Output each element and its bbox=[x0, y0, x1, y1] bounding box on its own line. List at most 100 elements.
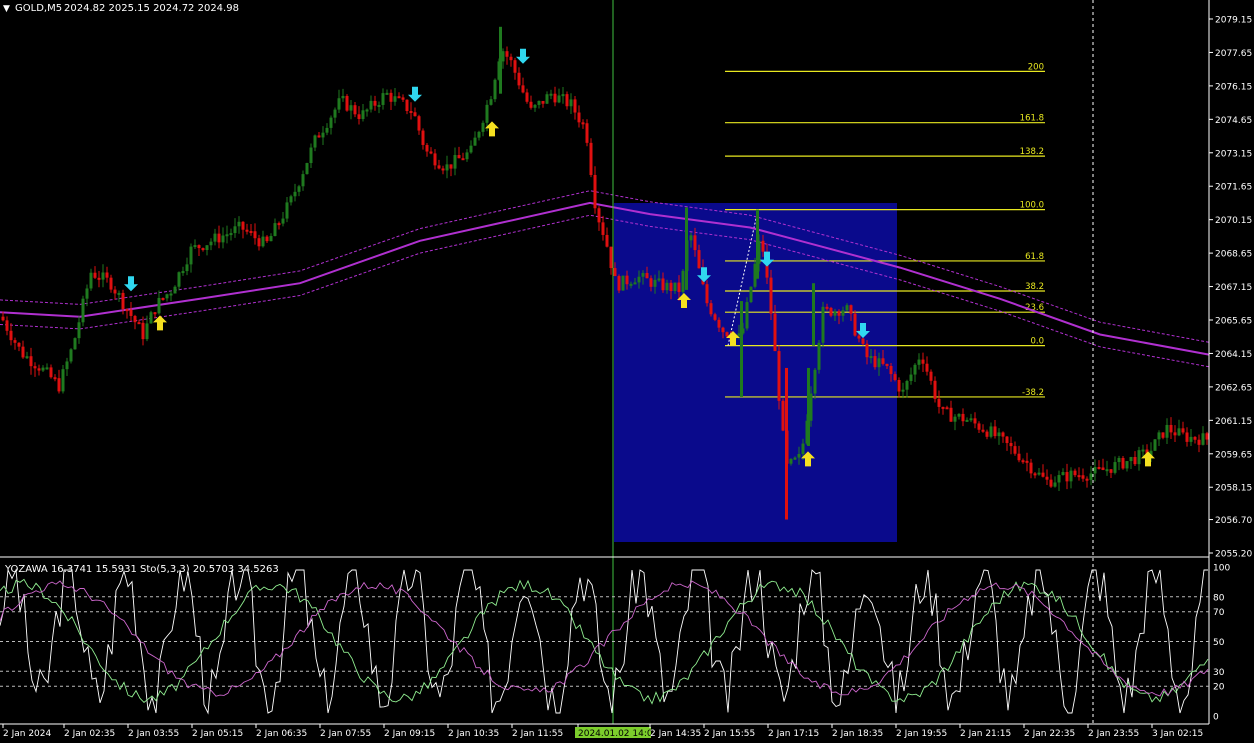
candle bbox=[709, 303, 713, 315]
candle bbox=[389, 92, 393, 102]
candle bbox=[541, 100, 545, 104]
candle bbox=[293, 191, 297, 197]
candle-spike bbox=[785, 367, 788, 520]
candle bbox=[557, 95, 561, 103]
candle bbox=[889, 365, 893, 375]
candle bbox=[309, 147, 313, 164]
time-axis-label: 2 Jan 07:55 bbox=[320, 729, 371, 739]
candle bbox=[73, 338, 77, 350]
price-axis-label: 2061.15 bbox=[1215, 417, 1252, 427]
candle bbox=[237, 221, 241, 227]
candle bbox=[1045, 476, 1049, 480]
time-axis-label: 2 Jan 21:15 bbox=[960, 729, 1011, 739]
fib-level-label: 100.0 bbox=[1020, 201, 1044, 211]
candle bbox=[33, 366, 37, 369]
candle bbox=[141, 322, 145, 340]
dropdown-triangle-icon[interactable]: ▼ bbox=[3, 4, 10, 14]
candle bbox=[285, 202, 289, 219]
stochastic-axis-label: 100 bbox=[1213, 564, 1230, 574]
candle bbox=[901, 389, 905, 392]
time-axis-label: 2 Jan 18:35 bbox=[832, 729, 883, 739]
candle bbox=[561, 94, 565, 97]
candle bbox=[509, 56, 513, 61]
time-axis-label: 2 Jan 14:35 bbox=[650, 729, 701, 739]
candle bbox=[1101, 467, 1105, 471]
candle bbox=[53, 377, 57, 380]
candle bbox=[177, 272, 181, 287]
candle bbox=[185, 264, 189, 272]
candle bbox=[1, 316, 5, 321]
candle bbox=[909, 374, 913, 381]
candle bbox=[1097, 467, 1101, 470]
candle bbox=[1029, 462, 1033, 474]
candle bbox=[941, 406, 945, 409]
candle bbox=[877, 358, 881, 368]
candle bbox=[653, 279, 657, 287]
time-axis-label: 2 Jan 06:35 bbox=[256, 729, 307, 739]
fib-level-label: 0.0 bbox=[1030, 337, 1044, 347]
candle bbox=[273, 223, 277, 237]
candle bbox=[45, 367, 49, 370]
candle bbox=[841, 310, 845, 316]
candle bbox=[145, 323, 149, 340]
candle bbox=[593, 174, 597, 209]
candle bbox=[1201, 433, 1205, 445]
candle bbox=[17, 342, 21, 347]
candle bbox=[1181, 428, 1185, 433]
candle bbox=[357, 114, 361, 119]
candle bbox=[829, 307, 833, 316]
candle bbox=[453, 155, 457, 169]
candle bbox=[625, 275, 629, 285]
candle bbox=[437, 165, 441, 169]
candle bbox=[313, 135, 317, 148]
price-axis-label: 2071.65 bbox=[1215, 183, 1252, 193]
candle bbox=[657, 278, 661, 281]
price-axis-label: 2062.65 bbox=[1215, 383, 1252, 393]
candle bbox=[693, 235, 697, 251]
candle bbox=[181, 271, 185, 274]
candle bbox=[1065, 472, 1069, 482]
price-axis-label: 2067.15 bbox=[1215, 283, 1252, 293]
candle bbox=[589, 142, 593, 175]
chart-window[interactable]: 200161.8138.2100.061.838.223.60.0-38.2 ▼… bbox=[0, 0, 1254, 743]
candle bbox=[189, 246, 193, 265]
time-axis-label: 2 Jan 22:35 bbox=[1024, 729, 1075, 739]
candle bbox=[629, 283, 633, 286]
time-axis-label: 2 Jan 15:55 bbox=[704, 729, 755, 739]
candle bbox=[37, 368, 41, 371]
candle bbox=[997, 432, 1001, 437]
candle bbox=[49, 367, 53, 378]
time-axis-label: 3 Jan 02:15 bbox=[1152, 729, 1203, 739]
candle bbox=[973, 418, 977, 424]
price-axis-label: 2073.15 bbox=[1215, 149, 1252, 159]
candle bbox=[645, 273, 649, 279]
fib-level-label: 38.2 bbox=[1025, 282, 1044, 292]
candle bbox=[965, 419, 969, 422]
candle bbox=[553, 93, 557, 103]
candle bbox=[1109, 469, 1113, 473]
candle bbox=[853, 313, 857, 336]
price-axis-label: 2076.15 bbox=[1215, 82, 1252, 92]
candle bbox=[937, 398, 941, 407]
candle bbox=[445, 164, 449, 171]
time-axis-label: 2024.01.02 14:00 bbox=[578, 729, 659, 739]
candle bbox=[9, 330, 13, 341]
price-axis-label: 2079.15 bbox=[1215, 16, 1252, 26]
fib-level-label: 138.2 bbox=[1020, 147, 1044, 157]
candle bbox=[305, 163, 309, 175]
candle bbox=[205, 245, 209, 250]
candle bbox=[317, 135, 321, 138]
candle bbox=[89, 272, 93, 289]
candle bbox=[361, 110, 365, 119]
selection-rectangle[interactable] bbox=[614, 203, 897, 542]
candle bbox=[545, 94, 549, 104]
time-axis-label: 2 Jan 2024 bbox=[3, 729, 51, 739]
stochastic-axis-label: 20 bbox=[1213, 683, 1225, 693]
candle bbox=[1057, 475, 1061, 483]
candle bbox=[413, 112, 417, 117]
candle bbox=[429, 151, 433, 154]
candle bbox=[1069, 470, 1073, 482]
candle bbox=[1041, 472, 1045, 477]
candle bbox=[641, 273, 645, 277]
candle bbox=[929, 371, 933, 381]
